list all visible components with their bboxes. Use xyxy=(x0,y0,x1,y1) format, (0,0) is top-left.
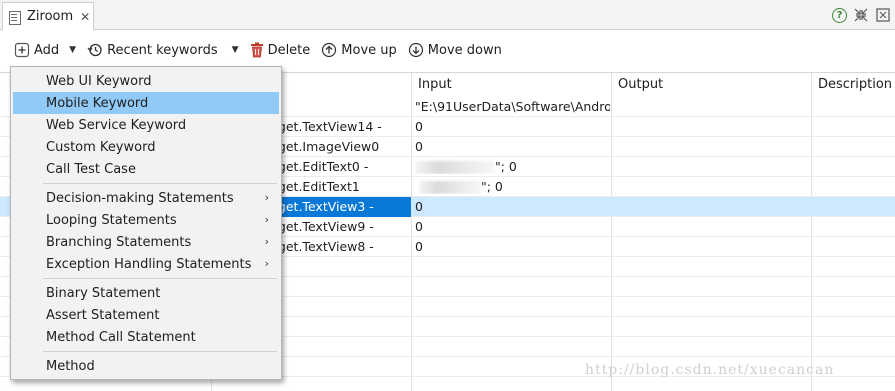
arrow-up-icon xyxy=(322,42,337,58)
input-cell[interactable]: 0 xyxy=(415,139,610,154)
target-cell[interactable]: dget.TextView3 - xyxy=(270,199,410,214)
target-cell[interactable]: dget.ImageView0 xyxy=(270,139,410,154)
redacted-value xyxy=(419,181,481,194)
menu-item-label: Decision-making Statements xyxy=(46,190,234,206)
chevron-right-icon: › xyxy=(264,213,269,226)
menu-separator xyxy=(43,351,277,352)
close-icon[interactable]: ✕ xyxy=(80,11,90,23)
tab-tools: ? xyxy=(832,5,895,25)
menu-item-mobile-keyword[interactable]: Mobile Keyword xyxy=(13,92,279,114)
add-button-label: Add xyxy=(34,42,60,58)
input-cell[interactable]: 0 xyxy=(415,239,610,254)
menu-item-looping-statements[interactable]: Looping Statements › xyxy=(13,209,279,231)
input-cell[interactable]: "E:\91UserData\Software\Androic xyxy=(415,99,610,114)
menu-item-label: Method xyxy=(46,358,95,374)
move-up-label: Move up xyxy=(341,42,397,58)
input-cell[interactable]: 0 xyxy=(415,219,610,234)
chevron-down-icon[interactable]: ▼ xyxy=(69,45,76,55)
delete-label: Delete xyxy=(267,42,311,58)
minimize-icon[interactable] xyxy=(853,7,869,23)
menu-item-label: Looping Statements xyxy=(46,212,177,228)
delete-button[interactable]: Delete xyxy=(250,42,311,58)
chevron-right-icon: › xyxy=(264,191,269,204)
input-cell[interactable]: 0 xyxy=(415,199,610,214)
tab-ziroom[interactable]: Ziroom ✕ xyxy=(2,2,94,30)
menu-item-method-call-statement[interactable]: Method Call Statement xyxy=(13,326,279,348)
menu-item-web-ui-keyword[interactable]: Web UI Keyword xyxy=(13,70,279,92)
menu-item-label: Mobile Keyword xyxy=(46,95,149,111)
menu-item-label: Branching Statements xyxy=(46,234,192,250)
move-up-button[interactable]: Move up xyxy=(321,42,397,58)
menu-separator xyxy=(43,278,277,279)
arrow-down-icon xyxy=(408,42,423,58)
menu-item-label: Method Call Statement xyxy=(46,329,196,345)
editor-tab-bar: Ziroom ✕ ? xyxy=(0,0,895,30)
maximize-icon[interactable] xyxy=(875,7,891,23)
add-button[interactable]: Add ▼ xyxy=(14,42,76,58)
menu-item-branching-statements[interactable]: Branching Statements › xyxy=(13,231,279,253)
watermark-text: http://blog.csdn.net/xuecancan xyxy=(585,362,835,378)
redacted-value xyxy=(415,161,495,174)
target-cell[interactable]: dget.TextView9 - xyxy=(270,219,410,234)
menu-item-label: Binary Statement xyxy=(46,285,161,301)
menu-item-method[interactable]: Method xyxy=(13,355,279,377)
column-header-input[interactable]: Input xyxy=(418,77,452,92)
input-cell-text: "; 0 xyxy=(495,159,517,174)
recent-keywords-button[interactable]: Recent keywords ▼ xyxy=(87,42,239,58)
menu-separator xyxy=(43,183,277,184)
keyword-toolbar: Add ▼ Recent keywords ▼ Delete Move up M… xyxy=(0,31,895,69)
menu-item-assert-statement[interactable]: Assert Statement xyxy=(13,304,279,326)
menu-item-exception-handling-statements[interactable]: Exception Handling Statements › xyxy=(13,253,279,275)
column-header-output[interactable]: Output xyxy=(618,77,663,92)
target-cell[interactable]: dget.EditText0 - xyxy=(270,159,410,174)
input-cell[interactable]: "; 0 xyxy=(415,159,610,174)
menu-item-label: Web UI Keyword xyxy=(46,73,152,89)
menu-item-web-service-keyword[interactable]: Web Service Keyword xyxy=(13,114,279,136)
menu-item-label: Custom Keyword xyxy=(46,139,156,155)
test-case-icon xyxy=(8,10,21,25)
input-cell-text: "; 0 xyxy=(481,179,503,194)
menu-item-label: Exception Handling Statements xyxy=(46,256,252,272)
menu-item-binary-statement[interactable]: Binary Statement xyxy=(13,282,279,304)
trash-icon xyxy=(250,42,263,58)
recent-keywords-label: Recent keywords xyxy=(107,42,218,58)
menu-item-label: Call Test Case xyxy=(46,161,136,177)
add-icon xyxy=(14,42,30,58)
chevron-right-icon: › xyxy=(264,257,269,270)
move-down-button[interactable]: Move down xyxy=(408,42,502,58)
target-cell[interactable]: dget.TextView8 - xyxy=(270,239,410,254)
history-icon xyxy=(87,43,102,57)
menu-item-call-test-case[interactable]: Call Test Case xyxy=(13,158,279,180)
target-cell[interactable]: dget.TextView14 - xyxy=(270,119,410,134)
target-cell[interactable]: dget.EditText1 xyxy=(270,179,410,194)
menu-item-label: Assert Statement xyxy=(46,307,160,323)
input-cell[interactable]: "; 0 xyxy=(415,179,610,194)
menu-item-label: Web Service Keyword xyxy=(46,117,187,133)
menu-item-custom-keyword[interactable]: Custom Keyword xyxy=(13,136,279,158)
help-icon[interactable]: ? xyxy=(832,7,847,23)
move-down-label: Move down xyxy=(427,42,502,58)
input-cell[interactable]: 0 xyxy=(415,119,610,134)
menu-item-decision-making-statements[interactable]: Decision-making Statements › xyxy=(13,187,279,209)
chevron-right-icon: › xyxy=(264,235,269,248)
chevron-down-icon[interactable]: ▼ xyxy=(232,45,239,55)
column-header-description[interactable]: Description xyxy=(818,77,892,92)
add-dropdown-menu: Web UI Keyword Mobile Keyword Web Servic… xyxy=(10,66,282,380)
tab-title: Ziroom xyxy=(27,9,74,24)
